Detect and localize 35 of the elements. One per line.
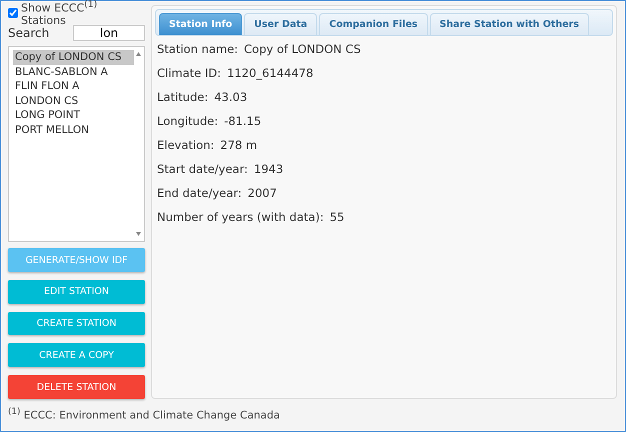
field-label: Climate ID: (157, 66, 222, 81)
field-value: -81.15 (224, 114, 262, 129)
field-value: 55 (330, 210, 344, 225)
field-label: Start date/year: (157, 162, 248, 177)
tab[interactable]: Share Station with Others (430, 13, 589, 35)
station-list-item[interactable]: PORT MELLON (13, 122, 134, 137)
tab[interactable]: User Data (244, 13, 318, 35)
field-value: 2007 (248, 186, 277, 201)
field-value: 43.03 (214, 90, 248, 105)
tab[interactable]: Station Info (159, 13, 242, 35)
search-label: Search (8, 26, 50, 40)
tab[interactable]: Companion Files (319, 13, 428, 35)
field-label: End date/year: (157, 186, 242, 201)
field-label: Elevation: (157, 138, 214, 153)
station-list-item[interactable]: LONG POINT (13, 108, 134, 122)
search-field[interactable]: lon (73, 25, 145, 41)
show-stations-checkbox[interactable] (8, 8, 18, 18)
field-value: 1120_6144478 (227, 66, 314, 81)
scroll-up-icon[interactable] (136, 52, 140, 56)
scrollbar[interactable] (134, 50, 142, 238)
station-list-item[interactable]: FLIN FLON A (13, 79, 134, 94)
action-button[interactable]: DELETE STATION (8, 375, 145, 399)
scroll-down-icon[interactable] (136, 232, 140, 236)
station-list-item[interactable]: BLANC-SABLON A (13, 64, 134, 79)
field-value: 1943 (254, 162, 284, 177)
field-value: Copy of LONDON CS (244, 42, 361, 57)
show-stations-label: Show ECCC$^{(1)}$ Stations (21, 0, 98, 28)
field-label: Station name: (157, 42, 238, 57)
field-label: Latitude: (157, 90, 208, 105)
field-label: Longitude: (157, 114, 218, 129)
field-value: 278 m (220, 138, 258, 153)
field-label: Number of years (with data): (157, 210, 324, 225)
station-list-item[interactable]: LONDON CS (13, 94, 134, 108)
footnote: $^{(1)}$ ECCC: Environment and Climate Change Canada (8, 407, 281, 422)
station-list-item[interactable]: Copy of LONDON CS (13, 50, 134, 64)
